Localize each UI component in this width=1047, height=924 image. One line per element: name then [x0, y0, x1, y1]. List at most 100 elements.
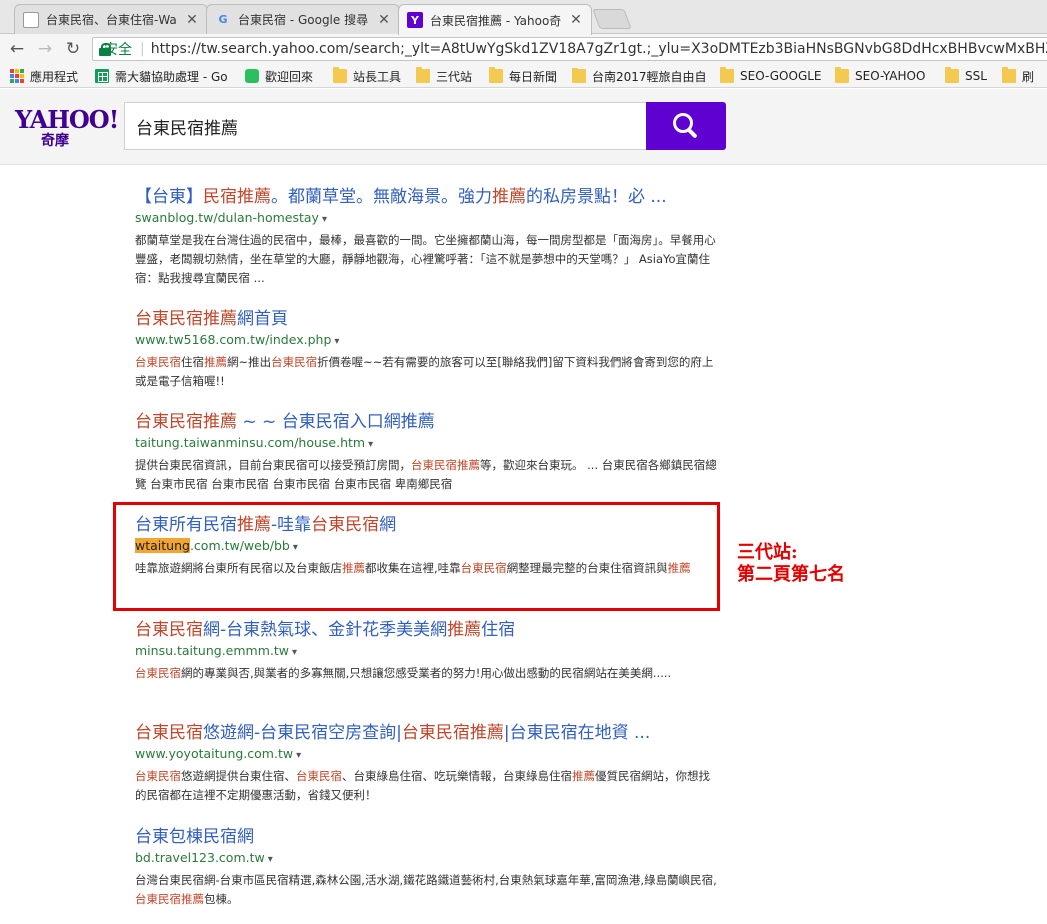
bookmark-folder[interactable]: 台南2017輕旅自由自 [572, 68, 707, 84]
bookmark-folder[interactable]: SEO-YAHOO [835, 67, 926, 84]
back-arrow-icon[interactable]: ← [6, 38, 28, 60]
bookmark-evernote[interactable]: 歡迎回來 [245, 68, 313, 84]
bookmark-folder[interactable]: 每日新聞 [489, 67, 558, 84]
yahoo-logo[interactable]: YAHOO! 奇摩 [15, 105, 119, 150]
result-title-link[interactable]: 台東民宿推薦 ~ ~ 台東民宿入口網推薦 [135, 411, 720, 433]
annotation-line: 三代站: [737, 542, 798, 563]
yahoo-search-header: YAHOO! 奇摩 台東民宿推薦 [0, 89, 1047, 165]
result-snippet: 台東民宿住宿推薦網~推出台東民宿折價卷喔~~若有需要的旅客可以至[聯絡我們]留下… [135, 353, 720, 391]
bookmark-label: SEO-GOOGLE [740, 69, 822, 83]
browser-toolbar: ← → ↻ 安全 | https://tw.search.yahoo.com/s… [0, 34, 1047, 64]
bookmark-label: 三代站 [436, 69, 473, 84]
forward-arrow-icon[interactable]: → [34, 38, 56, 60]
keyword-highlight: 台東民宿推薦 [135, 412, 237, 432]
tab-taitung-minsu[interactable]: 台東民宿、台東住宿-Wa ✕ [14, 4, 208, 34]
tab-yahoo-search[interactable]: Y 台東民宿推薦 - Yahoo奇 ✕ [398, 4, 592, 35]
keyword-highlight: 台東民宿推薦 [401, 723, 504, 743]
result-snippet: 提供台東民宿資訊，目前台東民宿可以接受預訂房間，台東民宿推薦等，歡迎來台東玩。 … [135, 456, 720, 494]
sheets-icon [95, 69, 109, 83]
text-segment: bd.travel123.com.tw [135, 850, 265, 865]
reload-icon[interactable]: ↻ [62, 38, 84, 60]
result-title-link[interactable]: 台東民宿悠遊網-台東民宿空房查詢|台東民宿推薦|台東民宿在地資 ... [135, 722, 720, 744]
keyword-highlight: 台東民宿 [135, 620, 203, 640]
chevron-down-icon[interactable]: ▾ [322, 214, 327, 225]
bookmark-folder[interactable]: 三代站 [416, 67, 473, 84]
result-title-link[interactable]: 台東民宿網-台東熱氣球、金針花季美美網推薦住宿 [135, 619, 720, 641]
bookmark-apps[interactable]: 應用程式 [10, 68, 78, 84]
folder-icon [416, 67, 430, 83]
text-segment: 台東包棟民宿網 [135, 827, 254, 847]
keyword-highlight: 台東民宿 [135, 723, 203, 743]
search-input[interactable]: 台東民宿推薦 [124, 102, 647, 150]
keyword-highlight: 台東民宿 [135, 769, 181, 783]
keyword-highlight: 推薦 [492, 187, 526, 207]
chevron-down-icon[interactable]: ▾ [334, 336, 339, 347]
search-result: 台東民宿悠遊網-台東民宿空房查詢|台東民宿推薦|台東民宿在地資 ... www.y… [135, 722, 720, 805]
result-url: bd.travel123.com.tw ▾ [135, 849, 720, 869]
annotation-note: 三代站: 第二頁第七名 [737, 542, 845, 586]
tab-google-search[interactable]: G 台東民宿 - Google 搜尋 ✕ [206, 4, 400, 34]
text-segment: 網~推出 [227, 355, 272, 369]
bookmark-label: 應用程式 [30, 69, 79, 84]
bookmark-label: 刷 [1022, 69, 1035, 84]
close-icon[interactable]: ✕ [377, 12, 391, 28]
search-result: 台東民宿推薦網首頁 www.tw5168.com.tw/index.php ▾ 台東民… [135, 308, 720, 391]
new-tab-button[interactable] [592, 9, 632, 29]
chevron-down-icon[interactable]: ▾ [292, 647, 297, 658]
text-segment: 、台東綠島住宿、吃玩樂情報，台東綠島住宿 [342, 769, 572, 783]
chevron-down-icon[interactable]: ▾ [296, 750, 301, 761]
text-segment: swanblog.tw/dulan-homestay [135, 210, 319, 225]
bookmark-sheet[interactable]: 需大貓協助處理 - Go [95, 68, 230, 84]
text-segment: 住宿 [481, 620, 516, 640]
divider: | [140, 41, 145, 57]
folder-icon [572, 68, 586, 83]
bookmark-folder[interactable]: SEO-GOOGLE [720, 67, 822, 84]
bookmark-folder[interactable]: SSL [945, 67, 987, 84]
result-url: www.yoyotaitung.com.tw ▾ [135, 745, 720, 765]
bookmark-folder[interactable]: 站長工具 [333, 67, 401, 84]
text-segment: 網的專業與否,與業者的多寡無關,只想讓您感受業者的努力!用心做出感動的民宿網站在… [181, 666, 672, 680]
keyword-highlight: 台東民宿 [271, 355, 318, 369]
close-icon[interactable]: ✕ [185, 12, 199, 28]
keyword-highlight: 推薦 [447, 620, 482, 640]
result-title-link[interactable]: 台東包棟民宿網 [135, 826, 720, 848]
search-button[interactable] [646, 102, 726, 150]
chevron-down-icon[interactable]: ▾ [268, 854, 273, 865]
bookmark-label: SSL [965, 69, 987, 83]
yahoo-icon: Y [407, 12, 423, 28]
bookmark-label: SEO-YAHOO [855, 69, 926, 83]
logo-wordmark: YAHOO! [15, 105, 119, 134]
url-text: https://tw.search.yahoo.com/search;_ylt=… [150, 41, 1047, 57]
bookmark-label: 需大貓協助處理 - Go [115, 69, 228, 84]
text-segment: 的私房景點！必 ... [526, 187, 667, 207]
keyword-highlight: 台東民宿 [135, 666, 181, 680]
keyword-highlight: 推薦 [204, 355, 227, 369]
close-icon[interactable]: ✕ [569, 12, 583, 28]
folder-icon [720, 67, 734, 83]
text-segment: 提供台東民宿資訊，目前台東民宿可以接受預訂房間， [135, 458, 411, 472]
keyword-highlight: 台東民宿 [135, 355, 181, 369]
text-segment: 【台東】 [135, 187, 203, 207]
tab-title: 台東民宿推薦 - Yahoo奇 [430, 13, 562, 28]
bookmark-label: 每日新聞 [509, 69, 558, 84]
search-result: 台東民宿推薦 ~ ~ 台東民宿入口網推薦 taitung.taiwanminsu.… [135, 411, 720, 494]
chevron-down-icon[interactable]: ▾ [368, 439, 373, 450]
keyword-highlight: 台東民宿推薦 [411, 458, 480, 472]
bookmark-folder[interactable]: 刷 [1002, 67, 1035, 84]
result-snippet: 都蘭草堂是我在台灣住過的民宿中，最棒，最喜歡的一間。它坐擁都蘭山海，每一間房型都… [135, 231, 720, 288]
evernote-icon [245, 69, 259, 83]
text-segment: 悠遊網-台東民宿空房查詢| [203, 723, 402, 743]
result-title-link[interactable]: 【台東】民宿推薦。都蘭草堂。無敵海景。強力推薦的私房景點！必 ... [135, 186, 720, 208]
result-url: swanblog.tw/dulan-homestay ▾ [135, 209, 720, 229]
text-segment: 住宿 [181, 355, 204, 369]
text-segment: 網-台東熱氣球、金針花季美美網 [203, 620, 448, 640]
annotation-line: 第二頁第七名 [737, 564, 845, 585]
text-segment: 網首頁 [237, 309, 288, 329]
keyword-highlight: 推薦 [572, 769, 595, 783]
keyword-highlight: 台東民宿推薦 [135, 892, 204, 906]
text-segment: ~ ~ 台東民宿入口網推薦 [237, 412, 435, 432]
result-title-link[interactable]: 台東民宿推薦網首頁 [135, 308, 720, 330]
text-segment: |台東民宿在地資 ... [503, 723, 651, 743]
folder-icon [945, 67, 959, 83]
address-bar[interactable]: 安全 | https://tw.search.yahoo.com/search;… [92, 37, 1047, 61]
